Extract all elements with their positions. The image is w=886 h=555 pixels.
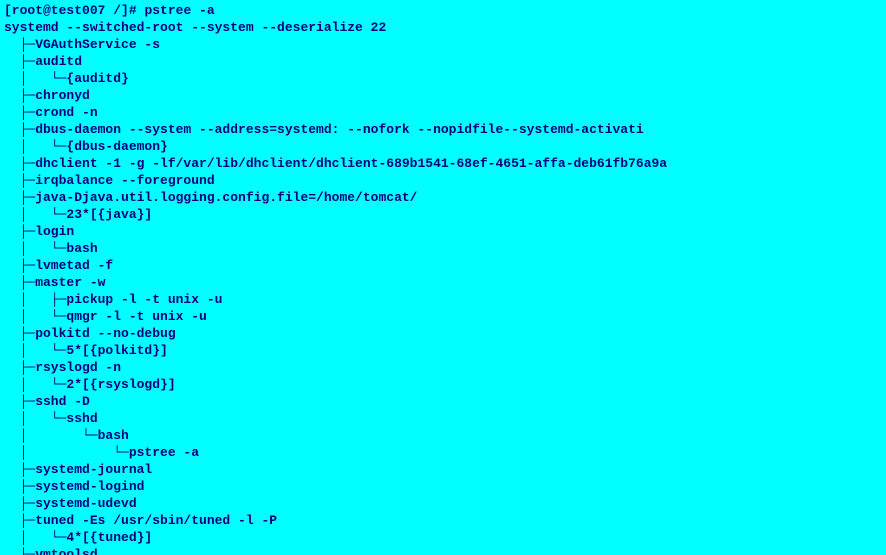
tree-line: ├─chronyd	[4, 88, 90, 103]
tree-line: ├─login	[4, 224, 74, 239]
tree-line: │ └─{auditd}	[4, 71, 129, 86]
tree-line: ├─vmtoolsd	[4, 547, 98, 555]
tree-line: ├─dhclient -1 -g -lf/var/lib/dhclient/dh…	[4, 156, 667, 171]
tree-line: ├─lvmetad -f	[4, 258, 113, 273]
tree-line: │ └─23*[{java}]	[4, 207, 152, 222]
tree-line: │ └─pstree -a	[4, 445, 199, 460]
tree-line: │ └─{dbus-daemon}	[4, 139, 168, 154]
tree-line: ├─systemd-logind	[4, 479, 144, 494]
tree-line: ├─systemd-udevd	[4, 496, 137, 511]
tree-line: │ └─bash	[4, 428, 129, 443]
tree-line: ├─sshd -D	[4, 394, 90, 409]
tree-line: │ └─2*[{rsyslogd}]	[4, 377, 176, 392]
tree-line: ├─dbus-daemon --system --address=systemd…	[4, 122, 644, 137]
tree-line: ├─systemd-journal	[4, 462, 152, 477]
shell-prompt: [root@test007 /]#	[4, 3, 144, 18]
tree-line: systemd --switched-root --system --deser…	[4, 20, 386, 35]
tree-line: ├─master -w	[4, 275, 105, 290]
tree-line: │ └─4*[{tuned}]	[4, 530, 152, 545]
terminal-output[interactable]: [root@test007 /]# pstree -a systemd --sw…	[0, 0, 886, 555]
tree-line: │ └─sshd	[4, 411, 98, 426]
tree-line: ├─crond -n	[4, 105, 98, 120]
tree-line: ├─irqbalance --foreground	[4, 173, 215, 188]
tree-line: ├─java-Djava.util.logging.config.file=/h…	[4, 190, 417, 205]
typed-command: pstree -a	[144, 3, 214, 18]
tree-line: │ └─5*[{polkitd}]	[4, 343, 168, 358]
tree-line: ├─tuned -Es /usr/sbin/tuned -l -P	[4, 513, 277, 528]
tree-line: │ ├─pickup -l -t unix -u	[4, 292, 222, 307]
tree-line: │ └─bash	[4, 241, 98, 256]
tree-line: ├─auditd	[4, 54, 82, 69]
tree-line: ├─polkitd --no-debug	[4, 326, 176, 341]
tree-line: │ └─qmgr -l -t unix -u	[4, 309, 207, 324]
tree-line: ├─rsyslogd -n	[4, 360, 121, 375]
tree-line: ├─VGAuthService -s	[4, 37, 160, 52]
